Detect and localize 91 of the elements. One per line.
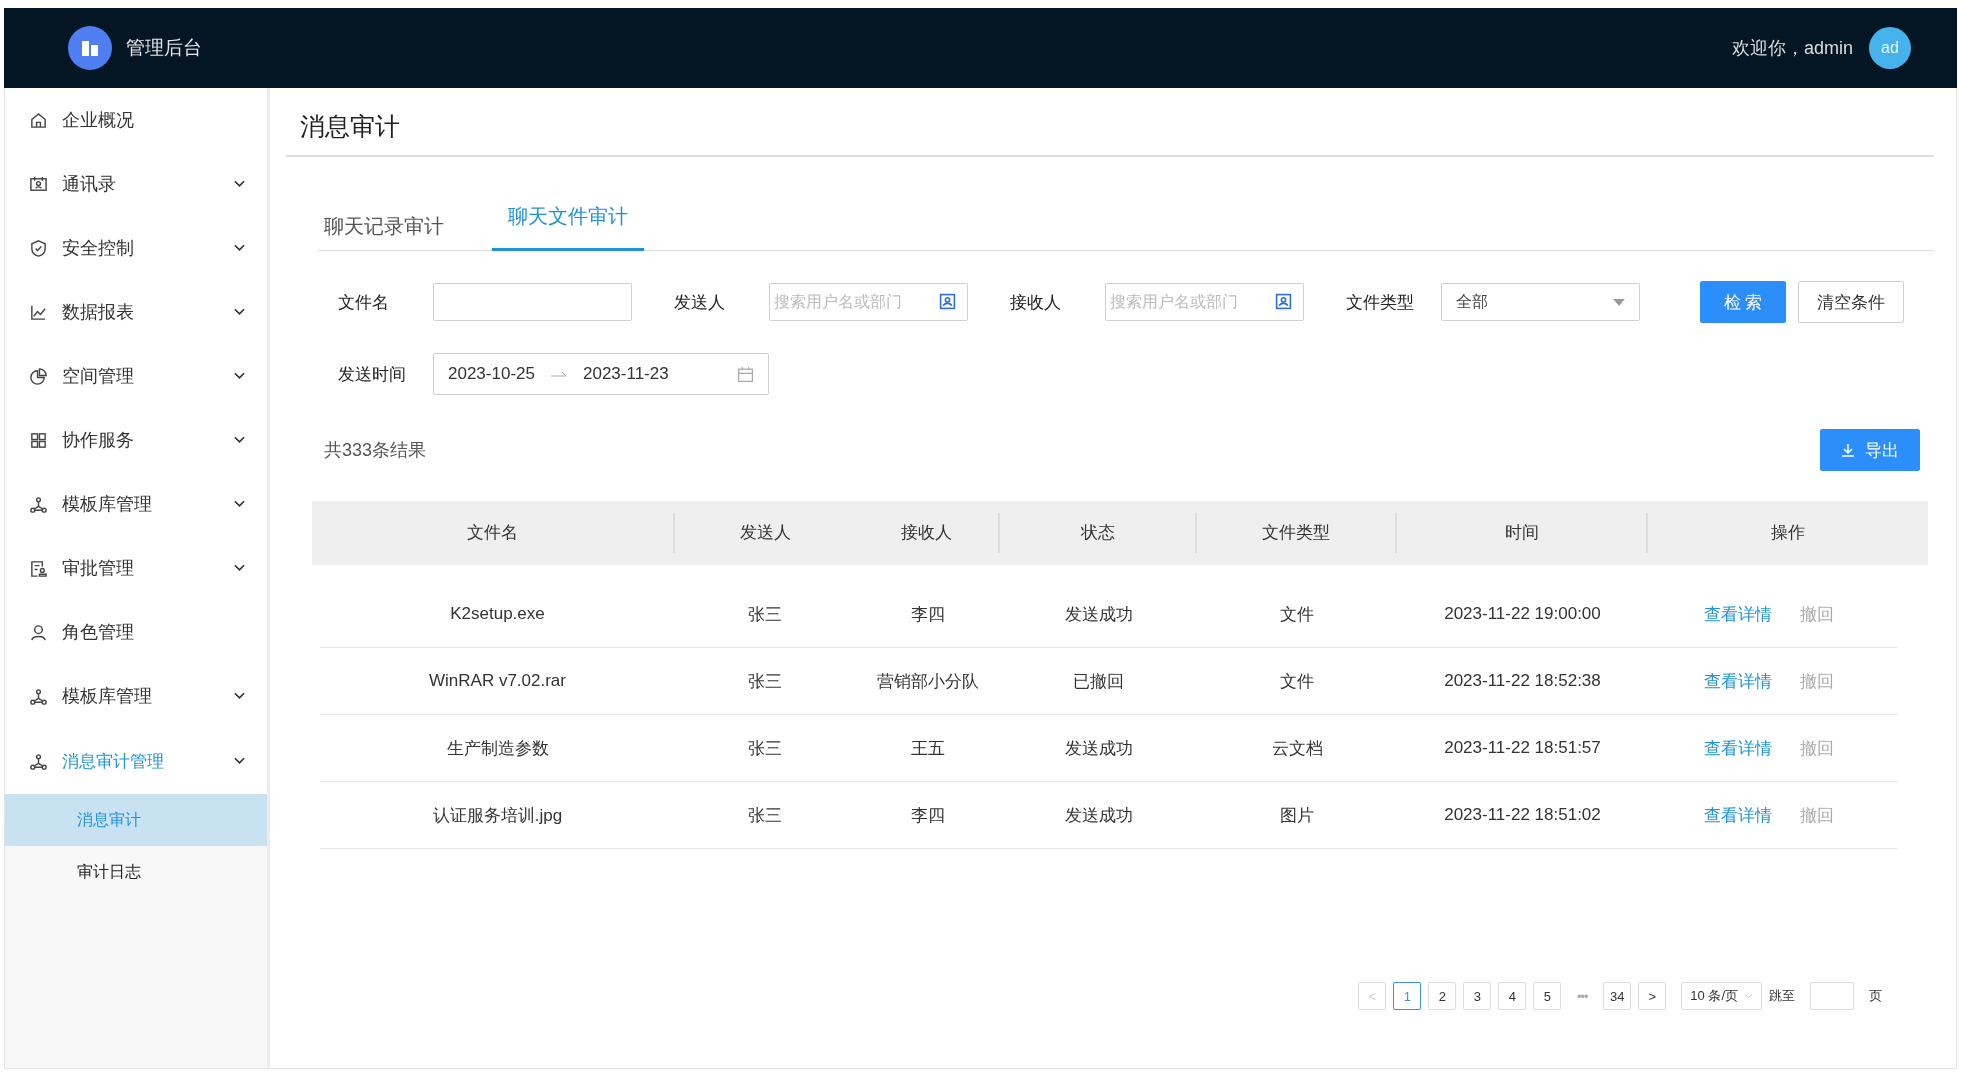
field-label: 发送人 xyxy=(674,291,726,314)
table-cell-text: 发送成功 xyxy=(1063,603,1134,626)
calendar-icon xyxy=(737,365,754,383)
field-label: 发送时间 xyxy=(338,363,407,386)
table-cell-text: 2023-11-22 18:52:38 xyxy=(1443,671,1602,691)
pie-chart-icon xyxy=(29,366,48,386)
user-icon xyxy=(29,622,48,642)
table-cell-text: 发送成功 xyxy=(1063,804,1134,827)
sidebar-item[interactable]: 审批管理 xyxy=(5,536,267,600)
sidebar-item[interactable]: 安全控制 xyxy=(5,216,267,280)
date-range-field[interactable]: 2023-10-25 2023-11-23 xyxy=(433,353,769,395)
jump-label: 跳至 xyxy=(1769,987,1795,1005)
sidebar-item[interactable]: 协作服务 xyxy=(5,408,267,472)
nodes-icon xyxy=(29,751,48,771)
sidebar-subitem[interactable]: 审计日志 xyxy=(5,846,267,898)
table-cell-text: 图片 xyxy=(1279,804,1315,827)
table-cell-text: K2setup.exe xyxy=(449,604,546,624)
table-cell-text: 生产制造参数 xyxy=(445,737,550,760)
view-details-link[interactable]: 查看详情 xyxy=(1704,669,1772,693)
ellipsis: ••• xyxy=(1576,988,1589,1004)
file-type-dropdown[interactable]: 全部 xyxy=(1441,283,1640,321)
table-cell-text: 王五 xyxy=(909,737,946,760)
sidebar-item[interactable]: 模板库管理 xyxy=(5,472,267,536)
shield-icon xyxy=(29,238,48,258)
page-size-dropdown[interactable]: 10 条/页 xyxy=(1681,982,1762,1010)
result-count: 共333条结果 xyxy=(324,439,427,462)
field-label: 文件类型 xyxy=(1346,291,1415,314)
table-cell-text: 李四 xyxy=(909,804,946,827)
column-header: 接收人 xyxy=(855,513,1000,553)
contact-picker-icon[interactable] xyxy=(939,293,956,310)
view-details-link[interactable]: 查看详情 xyxy=(1704,803,1772,827)
table-cell-text: 已撤回 xyxy=(1072,670,1125,693)
table-cell-text: 文件 xyxy=(1279,670,1315,693)
table-cell-text: 认证服务培训.jpg xyxy=(431,804,564,827)
next-page-button[interactable]: > xyxy=(1638,982,1667,1010)
download-icon xyxy=(1841,443,1855,457)
table-cell-text: 张三 xyxy=(747,670,783,693)
table-cell-text: 营销部小分队 xyxy=(875,670,980,693)
page-button[interactable]: 5 xyxy=(1533,982,1562,1010)
table-cell-text: 发送成功 xyxy=(1063,737,1134,760)
sidebar-item[interactable]: 空间管理 xyxy=(5,344,267,408)
sidebar-item[interactable]: 消息审计管理 xyxy=(5,728,267,794)
page-button[interactable]: 3 xyxy=(1463,982,1492,1010)
sidebar-item[interactable]: 模板库管理 xyxy=(5,664,267,728)
document-icon xyxy=(29,558,48,578)
column-header: 文件类型 xyxy=(1197,513,1397,553)
page-button[interactable]: 4 xyxy=(1498,982,1527,1010)
tab[interactable]: 聊天记录审计 xyxy=(324,213,444,250)
sidebar-item[interactable]: 企业概况 xyxy=(5,88,267,152)
page-jump-field[interactable] xyxy=(1810,982,1854,1010)
page-unit: 页 xyxy=(1869,987,1882,1005)
contact-card-icon xyxy=(29,174,48,194)
view-details-link[interactable]: 查看详情 xyxy=(1704,602,1772,626)
caret-icon xyxy=(1744,993,1753,999)
receiver-field[interactable]: 搜索用户名或部门 xyxy=(1105,283,1304,321)
nodes-icon xyxy=(29,494,48,514)
sidebar-item[interactable]: 通讯录 xyxy=(5,152,267,216)
table-cell-text: 张三 xyxy=(747,804,783,827)
column-header: 发送人 xyxy=(738,522,792,544)
page-button[interactable]: 2 xyxy=(1428,982,1457,1010)
table-cell-text: 张三 xyxy=(747,737,783,760)
home-icon xyxy=(29,110,48,130)
field-label: 接收人 xyxy=(1010,291,1062,314)
field-label: 文件名 xyxy=(338,291,390,314)
app-name: 管理后台 xyxy=(126,36,202,60)
welcome-text: 欢迎你，admin xyxy=(1731,37,1853,60)
view-details-link[interactable]: 查看详情 xyxy=(1704,736,1772,760)
clear-button[interactable]: 清空条件 xyxy=(1798,281,1904,323)
column-header: 状态 xyxy=(1000,513,1197,553)
page-button[interactable]: 34 xyxy=(1603,982,1632,1010)
column-header: 文件名 xyxy=(312,513,675,553)
nodes-icon xyxy=(29,686,48,706)
table-cell-text: 云文档 xyxy=(1270,737,1324,760)
table-cell-text: 文件 xyxy=(1279,603,1315,626)
logo-icon xyxy=(68,26,112,70)
table-cell-text: 李四 xyxy=(909,603,946,626)
table-cell-text: 2023-11-22 19:00:00 xyxy=(1443,604,1602,624)
sidebar-item[interactable]: 数据报表 xyxy=(5,280,267,344)
file-name-field[interactable] xyxy=(433,283,632,321)
page-title: 消息审计 xyxy=(286,88,1934,157)
sender-field[interactable]: 搜索用户名或部门 xyxy=(769,283,968,321)
column-header: 操作 xyxy=(1770,522,1806,544)
table-cell-text: 张三 xyxy=(747,603,783,626)
grid-icon xyxy=(29,430,48,450)
table-cell-text: WinRAR v7.02.rar xyxy=(428,671,567,691)
table-cell-text: 2023-11-22 18:51:02 xyxy=(1443,805,1602,825)
column-header: 时间 xyxy=(1397,513,1648,553)
dropdown-arrow-icon xyxy=(1613,298,1625,306)
contact-picker-icon[interactable] xyxy=(1275,293,1292,310)
sidebar-item[interactable]: 角色管理 xyxy=(5,600,267,664)
table-cell-text: 2023-11-22 18:51:57 xyxy=(1443,738,1602,758)
